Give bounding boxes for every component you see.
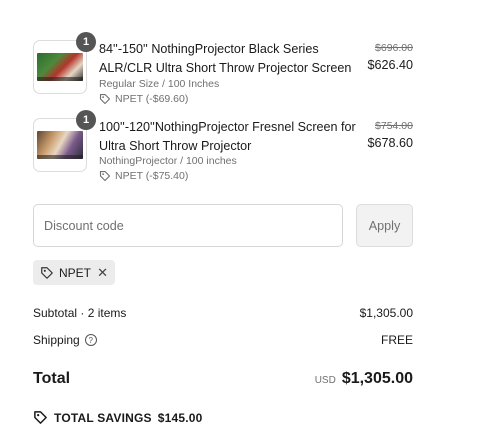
- item-discount-text: NPET (-$69.60): [115, 93, 189, 105]
- cart-item: 1 100''-120''NothingProjector Fresnel Sc…: [33, 110, 413, 182]
- item-price: $678.60: [367, 136, 413, 150]
- applied-code-label: NPET: [59, 265, 92, 280]
- savings-label: TOTAL SAVINGS: [54, 410, 152, 425]
- tag-icon: [99, 170, 111, 182]
- total-label: Total: [33, 370, 71, 387]
- quantity-badge: 1: [76, 110, 96, 130]
- item-price: $626.40: [367, 58, 413, 72]
- item-discount: NPET (-$75.40): [99, 170, 188, 182]
- shipping-label: Shipping: [33, 333, 80, 347]
- tag-icon: [40, 266, 54, 280]
- help-icon[interactable]: ?: [84, 334, 97, 346]
- product-variant: NothingProjector / 100 inches: [99, 155, 237, 167]
- shipping-value: FREE: [380, 333, 413, 347]
- total-row: Total USD $1,305.00: [33, 370, 413, 388]
- savings-value: $145.00: [157, 410, 203, 425]
- tag-icon: [99, 93, 111, 105]
- discount-code-input[interactable]: [33, 204, 343, 247]
- applied-discount-chip: NPET ✕: [33, 260, 115, 285]
- item-discount: NPET (-$69.60): [99, 93, 188, 105]
- original-price: $696.00: [375, 42, 413, 54]
- cart-item: 1 84''-150'' NothingProjector Black Seri…: [33, 32, 413, 105]
- remove-code-close-icon[interactable]: ✕: [97, 266, 108, 279]
- product-title: 100''-120''NothingProjector Fresnel Scre…: [99, 120, 356, 153]
- subtotal-value: $1,305.00: [359, 306, 413, 320]
- subtotal-row: Subtotal · 2 items $1,305.00: [33, 306, 413, 320]
- shipping-row: Shipping ? FREE: [33, 333, 413, 347]
- apply-button[interactable]: Apply: [356, 204, 413, 247]
- total-savings: TOTAL SAVINGS $145.00: [33, 410, 203, 425]
- quantity-badge: 1: [76, 32, 96, 52]
- total-value: $1,305.00: [341, 370, 413, 387]
- product-title: 84''-150'' NothingProjector Black Series…: [99, 42, 352, 75]
- subtotal-label: Subtotal · 2 items: [33, 306, 127, 320]
- product-variant: Regular Size / 100 Inches: [99, 78, 220, 90]
- item-discount-text: NPET (-$75.40): [115, 170, 189, 182]
- currency-code: USD: [314, 375, 336, 386]
- original-price: $754.00: [375, 120, 413, 132]
- tag-icon: [33, 410, 48, 425]
